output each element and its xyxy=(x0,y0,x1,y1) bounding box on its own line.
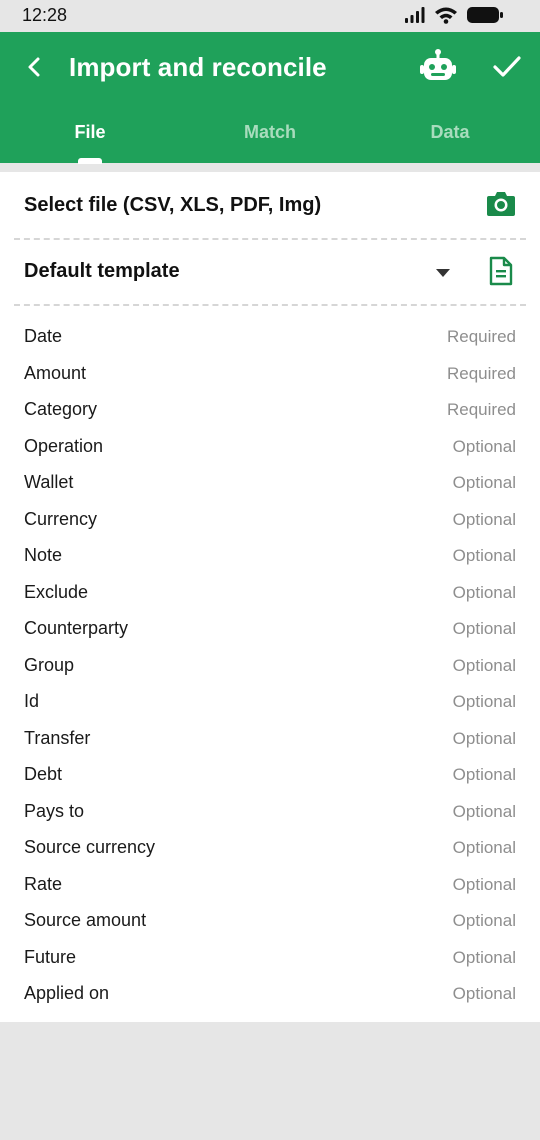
field-status: Optional xyxy=(452,655,516,675)
field-row[interactable]: Pays to Optional xyxy=(0,793,540,830)
file-panel: Select file (CSV, XLS, PDF, Img) Default… xyxy=(0,172,540,1022)
field-row[interactable]: Exclude Optional xyxy=(0,574,540,611)
field-row[interactable]: Future Optional xyxy=(0,939,540,976)
template-row[interactable]: Default template xyxy=(0,238,540,304)
field-name: Source currency xyxy=(24,837,156,857)
field-name: Id xyxy=(24,691,40,711)
tab-data[interactable]: Data xyxy=(390,122,510,143)
field-row[interactable]: Group Optional xyxy=(0,647,540,684)
field-row[interactable]: Id Optional xyxy=(0,683,540,720)
field-status: Required xyxy=(447,327,516,346)
field-status: Optional xyxy=(452,692,516,711)
field-status: Optional xyxy=(452,765,516,784)
document-icon xyxy=(489,256,513,286)
field-row[interactable]: Debt Optional xyxy=(0,756,540,793)
template-dropdown[interactable] xyxy=(434,266,452,278)
field-status: Optional xyxy=(452,582,516,602)
field-name: Source amount xyxy=(24,910,147,930)
tab-indicator xyxy=(78,158,102,164)
field-status: Optional xyxy=(452,473,516,492)
battery-icon xyxy=(467,7,503,23)
field-name: Date xyxy=(24,326,63,346)
field-row[interactable]: Wallet Optional xyxy=(0,464,540,501)
field-row[interactable]: Applied on Optional xyxy=(0,975,540,1012)
field-status: Optional xyxy=(452,911,516,930)
field-status: Optional xyxy=(452,619,516,638)
status-icons xyxy=(404,6,504,24)
field-row[interactable]: Category Required xyxy=(0,391,540,428)
field-row[interactable]: Note Optional xyxy=(0,537,540,574)
field-name: Pays to xyxy=(24,800,85,821)
field-status: Required xyxy=(447,400,516,419)
select-file-row[interactable]: Select file (CSV, XLS, PDF, Img) xyxy=(0,172,540,238)
select-file-label: Select file (CSV, XLS, PDF, Img) xyxy=(24,194,322,216)
field-row[interactable]: Rate Optional xyxy=(0,866,540,903)
field-row[interactable]: Source amount Optional xyxy=(0,902,540,939)
field-row[interactable]: Operation Optional xyxy=(0,428,540,465)
field-name: Note xyxy=(24,545,63,565)
field-status: Optional xyxy=(452,509,516,529)
template-selector-label: Default template xyxy=(24,260,180,282)
wifi-icon xyxy=(435,7,457,24)
field-row[interactable]: Date Required xyxy=(0,318,540,355)
field-name: Currency xyxy=(24,508,98,529)
field-status: Optional xyxy=(452,874,516,894)
status-time: 12:28 xyxy=(22,5,68,25)
field-name: Transfer xyxy=(24,727,91,748)
field-name: Group xyxy=(24,654,75,675)
field-name: Debt xyxy=(24,764,63,784)
page-title: Import and reconcile xyxy=(69,52,327,82)
field-name: Counterparty xyxy=(24,618,129,638)
template-document-button[interactable] xyxy=(488,256,514,286)
tab-file[interactable]: File xyxy=(30,122,150,143)
field-name: Exclude xyxy=(24,581,89,602)
back-button[interactable] xyxy=(18,50,52,84)
field-status: Optional xyxy=(452,801,516,821)
signal-icon xyxy=(405,7,425,23)
field-name: Applied on xyxy=(24,983,110,1003)
field-row[interactable]: Amount Required xyxy=(0,355,540,392)
tab-match[interactable]: Match xyxy=(210,122,330,143)
field-list: Date Required Amount Required Category Requir… xyxy=(0,318,540,1012)
field-name: Amount xyxy=(24,362,87,383)
camera-button[interactable] xyxy=(486,190,516,218)
check-icon xyxy=(493,56,521,77)
field-status: Optional xyxy=(452,546,516,565)
field-status: Optional xyxy=(452,984,516,1003)
field-name: Future xyxy=(24,946,77,967)
field-row[interactable]: Counterparty Optional xyxy=(0,610,540,647)
robot-icon xyxy=(420,49,456,80)
field-status: Required xyxy=(447,363,516,383)
field-status: Optional xyxy=(452,728,516,748)
field-name: Operation xyxy=(24,435,104,456)
field-name: Wallet xyxy=(24,472,74,492)
auto-match-button[interactable] xyxy=(418,48,458,86)
chevron-left-icon xyxy=(28,57,40,77)
field-row[interactable]: Source currency Optional xyxy=(0,829,540,866)
caret-down-icon xyxy=(436,269,450,277)
confirm-button[interactable] xyxy=(488,48,526,86)
field-row[interactable]: Currency Optional xyxy=(0,501,540,538)
field-name: Rate xyxy=(24,873,63,894)
divider xyxy=(14,304,526,306)
field-status: Optional xyxy=(452,838,516,857)
status-bar: 12:28 xyxy=(0,0,540,32)
app-bar: Import and reconcile File Match Data xyxy=(0,32,540,164)
field-name: Category xyxy=(24,399,98,419)
field-row[interactable]: Transfer Optional xyxy=(0,720,540,757)
tab-bar: File Match Data xyxy=(0,120,540,164)
camera-icon xyxy=(487,192,515,216)
field-status: Optional xyxy=(452,947,516,967)
field-status: Optional xyxy=(452,436,516,456)
